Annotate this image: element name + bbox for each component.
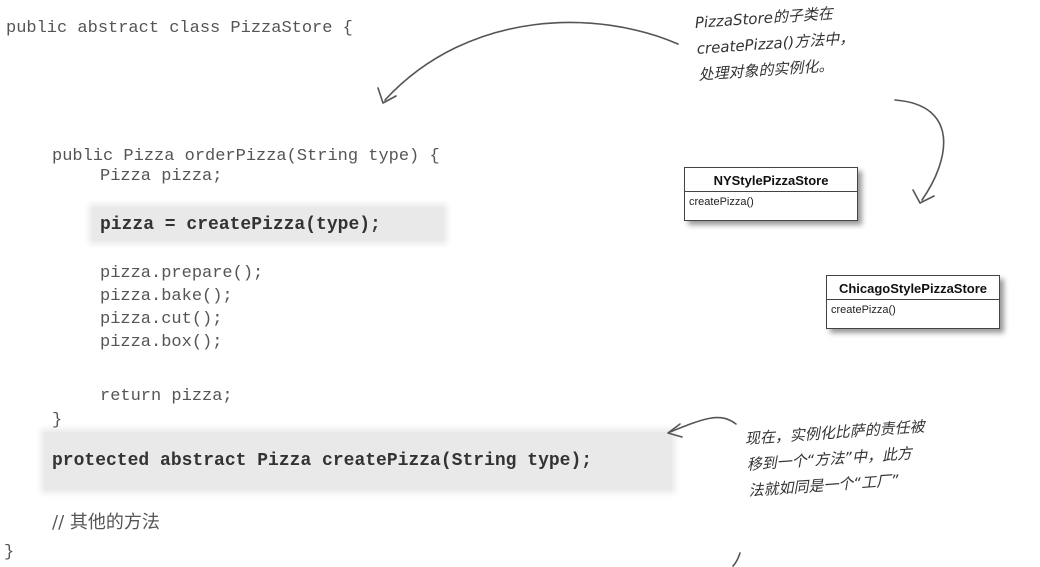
annotation-arrows (377, 21, 945, 567)
arrow-to-class-decl (384, 21, 679, 101)
bottom-tick (732, 552, 741, 567)
arrow-to-class-decl-head (377, 87, 397, 104)
arrow-to-ny-class (894, 99, 945, 201)
